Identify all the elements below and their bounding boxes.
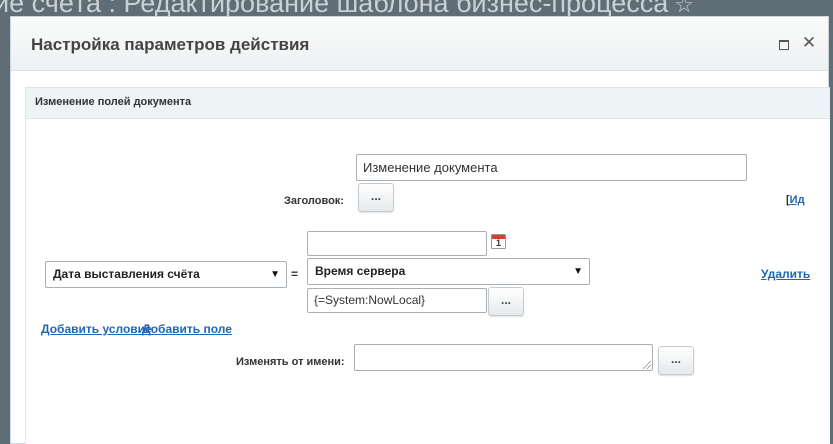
expression-input[interactable]: {=System:NowLocal} [307,288,487,313]
resize-grip-icon[interactable] [643,361,651,369]
add-condition-link[interactable]: Добавить условие [41,322,152,336]
title-dots-button[interactable]: ... [358,183,394,212]
section-title: Изменение полей документа [26,88,830,119]
document-fields-section: Изменение полей документа Заголовок: Изм… [25,87,830,444]
field-select-value: Дата выставления счёта [53,267,200,281]
time-source-select[interactable]: Время сервера ▼ [307,258,590,285]
chevron-down-icon: ▼ [270,269,280,280]
background-page-title: ие счёта : Редактирование шаблона бизнес… [0,0,694,16]
action-settings-dialog: Настройка параметров действия ✕ Изменени… [10,16,830,444]
dialog-header: Настройка параметров действия ✕ [11,17,828,71]
close-icon[interactable]: ✕ [801,34,817,51]
background-left-edge [0,16,10,444]
id-link[interactable]: Ид [790,194,805,206]
calendar-day: 1 [495,238,501,248]
dialog-title: Настройка параметров действия [31,35,310,54]
title-label: Заголовок: [284,195,344,207]
date-input[interactable] [307,231,487,256]
calendar-icon[interactable]: 1 [491,234,506,249]
maximize-icon[interactable] [775,35,791,51]
chevron-down-icon: ▼ [573,266,583,277]
add-field-link[interactable]: Добавить поле [142,322,232,336]
id-link-wrapper: [Ид [786,194,805,206]
modify-as-dots-button[interactable]: ... [658,346,694,375]
equals-sign: = [291,267,299,281]
title-input[interactable]: Изменение документа [356,154,747,181]
time-source-value: Время сервера [315,264,406,278]
star-icon: ☆ [674,0,694,16]
modify-as-textarea[interactable] [354,344,653,371]
expression-dots-button[interactable]: ... [488,287,524,316]
field-select[interactable]: Дата выставления счёта ▼ [45,261,287,288]
background-title-text: ие счёта : Редактирование шаблона бизнес… [0,0,669,16]
modify-as-label: Изменять от имени: [236,356,345,368]
delete-link[interactable]: Удалить [761,267,810,281]
background-header: ие счёта : Редактирование шаблона бизнес… [0,0,833,16]
